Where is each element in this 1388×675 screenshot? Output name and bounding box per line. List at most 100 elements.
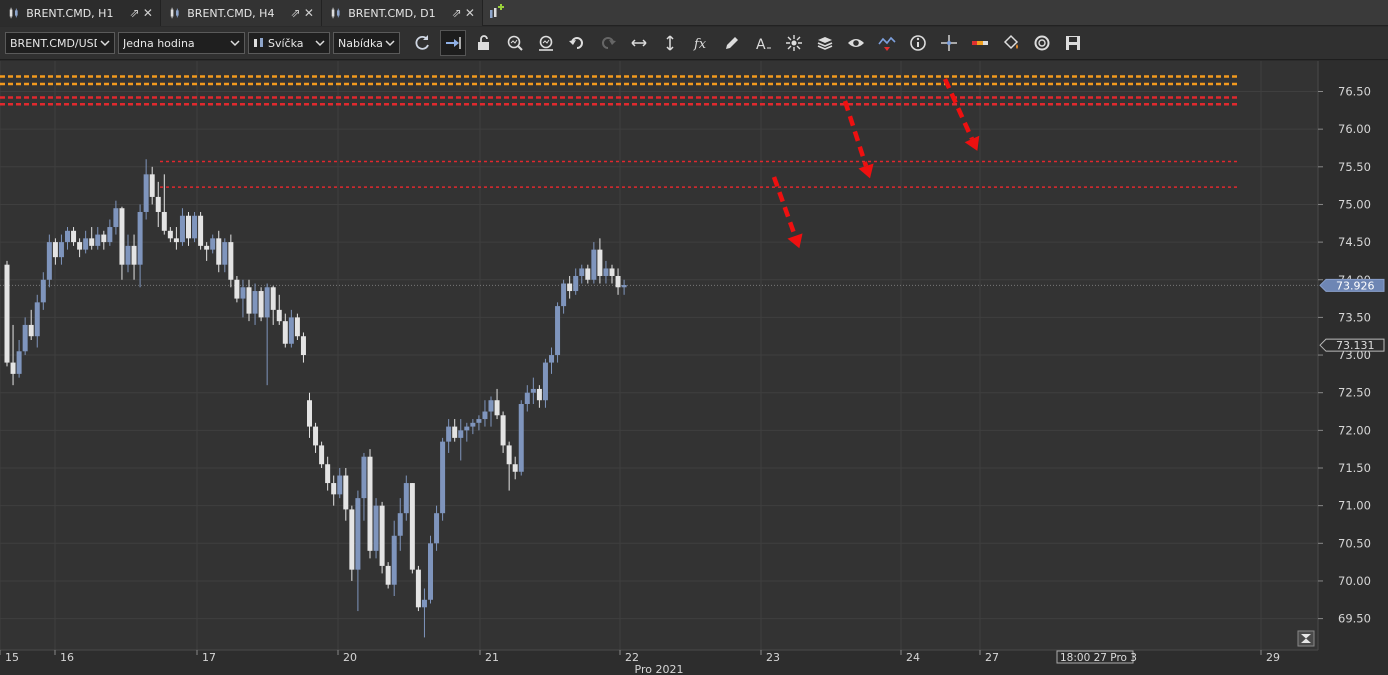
refresh-button[interactable] [409, 30, 435, 56]
candle-bearish[interactable] [367, 456, 373, 551]
pencil-button[interactable] [719, 30, 745, 56]
eye-button[interactable] [843, 30, 869, 56]
candle-bullish[interactable] [573, 275, 579, 292]
candle-bullish[interactable] [65, 230, 70, 243]
candle-bullish[interactable] [476, 419, 482, 423]
shift-chart-button[interactable] [439, 30, 466, 56]
detach-icon[interactable]: ⇗ [128, 6, 140, 20]
candle-bullish[interactable] [524, 392, 530, 404]
candle-bullish[interactable] [107, 227, 113, 243]
candle-bearish[interactable] [609, 268, 615, 276]
chart-alert-button[interactable] [874, 30, 900, 56]
candle-bearish[interactable] [500, 415, 506, 446]
candle-bullish[interactable] [591, 249, 597, 280]
candle-bullish[interactable] [361, 456, 367, 499]
candle-bearish[interactable] [512, 464, 518, 472]
candle-bearish[interactable] [155, 196, 161, 212]
candle-bearish[interactable] [300, 336, 306, 356]
candle-bullish[interactable] [179, 215, 185, 243]
paint-bucket-button[interactable] [998, 30, 1024, 56]
candle-bearish[interactable] [204, 245, 210, 250]
tab-brent-h4[interactable]: BRENT.CMD, H4 ⇗ ✕ [161, 0, 322, 26]
candle-bullish[interactable] [222, 242, 228, 265]
color-bar-button[interactable] [967, 30, 993, 56]
candle-bearish[interactable] [597, 249, 603, 276]
candle-bullish[interactable] [397, 513, 403, 536]
candle-bullish[interactable] [137, 211, 143, 265]
detach-icon[interactable]: ⇗ [451, 6, 463, 20]
candle-bullish[interactable] [125, 245, 131, 265]
candle-bearish[interactable] [119, 208, 125, 265]
vertical-arrows-button[interactable] [657, 30, 683, 56]
candle-bullish[interactable] [240, 287, 246, 299]
candle-bearish[interactable] [379, 505, 385, 566]
candle-bullish[interactable] [210, 238, 216, 250]
candle-bullish[interactable] [464, 426, 470, 431]
cycle-button[interactable] [1029, 30, 1055, 56]
candle-bearish[interactable] [494, 400, 500, 416]
candle-bullish[interactable] [421, 599, 427, 608]
candle-bullish[interactable] [373, 505, 379, 551]
candle-bearish[interactable] [349, 509, 355, 570]
candle-bearish[interactable] [325, 464, 331, 484]
candle-bearish[interactable] [313, 426, 319, 446]
candle-bullish[interactable] [16, 351, 22, 374]
candle-bearish[interactable] [4, 264, 10, 363]
candle-bullish[interactable] [143, 174, 149, 212]
detach-icon[interactable]: ⇗ [289, 6, 301, 20]
candle-bullish[interactable] [542, 362, 548, 401]
candle-bearish[interactable] [270, 287, 276, 310]
candle-bullish[interactable] [446, 426, 452, 442]
candle-bullish[interactable] [192, 215, 198, 239]
candle-bullish[interactable] [428, 543, 433, 600]
candle-bullish[interactable] [58, 242, 64, 258]
candle-bullish[interactable] [46, 242, 52, 280]
candle-bullish[interactable] [530, 388, 536, 393]
candle-bearish[interactable] [385, 565, 391, 585]
candle-bullish[interactable] [440, 441, 446, 514]
tab-brent-h1[interactable]: BRENT.CMD, H1 ⇗ ✕ [0, 0, 161, 26]
candle-bearish[interactable] [101, 234, 107, 243]
price-side-select[interactable]: Nabídka [333, 32, 400, 54]
candle-bearish[interactable] [161, 211, 167, 231]
candle-bullish[interactable] [621, 285, 627, 288]
candle-bullish[interactable] [549, 355, 554, 363]
candle-bullish[interactable] [252, 291, 258, 314]
candle-bearish[interactable] [506, 445, 512, 465]
candle-bullish[interactable] [337, 475, 343, 495]
close-icon[interactable]: ✕ [464, 6, 476, 20]
candle-bearish[interactable] [234, 279, 240, 299]
candle-bearish[interactable] [343, 475, 349, 510]
cursor-cross-button[interactable] [936, 30, 962, 56]
candle-bearish[interactable] [276, 309, 282, 322]
candle-bullish[interactable] [470, 422, 476, 427]
candle-bearish[interactable] [131, 245, 137, 265]
candle-bearish[interactable] [415, 569, 421, 608]
candle-bearish[interactable] [307, 400, 312, 427]
candle-bullish[interactable] [83, 238, 89, 250]
period-select[interactable]: Jedna hodina [118, 32, 245, 54]
candle-bearish[interactable] [246, 287, 252, 314]
candle-bearish[interactable] [167, 230, 173, 239]
candle-bearish[interactable] [186, 215, 191, 239]
candle-bearish[interactable] [319, 445, 325, 465]
unlock-button[interactable] [471, 30, 497, 56]
add-chart-tab-button[interactable] [483, 0, 509, 26]
close-icon[interactable]: ✕ [303, 6, 315, 20]
candle-bullish[interactable] [458, 430, 464, 438]
info-button[interactable] [905, 30, 931, 56]
candle-bullish[interactable] [561, 283, 567, 307]
horizontal-arrows-button[interactable] [626, 30, 652, 56]
instrument-select[interactable]: BRENT.CMD/USD [5, 32, 115, 54]
candle-bearish[interactable] [89, 238, 95, 246]
chart-type-select[interactable]: Svíčka [248, 32, 330, 54]
candle-bearish[interactable] [173, 238, 179, 243]
candle-bearish[interactable] [585, 268, 591, 280]
text-tool-button[interactable]: A [750, 30, 776, 56]
candle-bullish[interactable] [482, 411, 488, 420]
crosshair-star-button[interactable] [781, 30, 807, 56]
candle-bearish[interactable] [198, 215, 204, 246]
candle-bullish[interactable] [603, 268, 609, 276]
candle-bullish[interactable] [579, 268, 585, 276]
candle-bullish[interactable] [288, 317, 294, 344]
